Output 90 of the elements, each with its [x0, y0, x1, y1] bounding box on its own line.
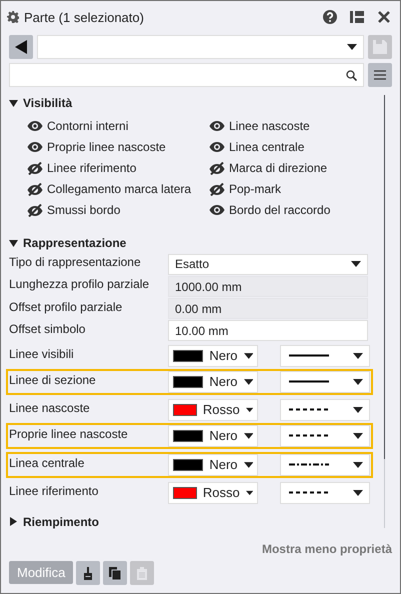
eye-slash-icon[interactable] — [27, 162, 43, 175]
visibility-label: Smussi bordo — [47, 203, 120, 218]
collapse-icon — [9, 98, 18, 108]
visibility-label: Collegamento marca latera — [47, 182, 192, 196]
property-label: Linea centrale — [9, 454, 86, 470]
caret-icon — [246, 490, 253, 496]
layout-icon[interactable] — [349, 9, 365, 25]
line-style-dropdown[interactable] — [280, 398, 370, 421]
visibility-label: Marca di direzione — [229, 161, 328, 176]
color-dropdown[interactable]: Nero — [168, 454, 258, 476]
color-dropdown[interactable]: Nero — [168, 424, 258, 447]
line-style-icon — [289, 408, 329, 412]
caret-icon — [353, 352, 363, 359]
property-label: Offset simbolo — [9, 320, 86, 336]
copy-button[interactable] — [103, 561, 128, 585]
show-less-link[interactable]: Mostra meno proprietà — [262, 542, 392, 556]
visibility-label: Proprie linee nascoste — [47, 140, 166, 154]
scrollbar[interactable] — [384, 95, 385, 528]
window-title: Parte (1 selezionato) — [24, 10, 145, 24]
property-label: Tipo di rappresentazione — [9, 254, 142, 270]
visibility-label: Pop-mark — [229, 182, 282, 196]
line-style-icon — [289, 380, 329, 384]
property-field: 0.00 mm — [168, 298, 368, 320]
help-icon[interactable] — [322, 9, 338, 25]
caret-icon — [244, 352, 253, 359]
eye-slash-icon[interactable] — [209, 182, 225, 196]
gear-icon — [7, 11, 19, 23]
caret-icon — [353, 490, 363, 496]
line-style-dropdown[interactable] — [280, 344, 370, 367]
property-label: Linee riferimento — [9, 482, 100, 498]
visibility-label: Linea centrale — [229, 140, 304, 154]
line-style-dropdown[interactable] — [280, 370, 370, 393]
caret-icon — [353, 406, 363, 413]
menu-icon — [374, 70, 386, 80]
eye-slash-icon[interactable] — [27, 182, 43, 196]
line-style-icon — [289, 463, 329, 466]
property-dropdown[interactable]: Esatto — [168, 254, 368, 275]
caret-icon — [244, 378, 253, 385]
line-style-icon — [289, 434, 329, 438]
property-label: Offset profilo parziale — [9, 298, 124, 314]
eye-icon[interactable] — [209, 204, 225, 216]
property-label: Linee nascoste — [9, 400, 91, 415]
menu-button[interactable] — [368, 63, 392, 87]
eye-icon[interactable] — [27, 141, 43, 154]
caret-icon — [244, 432, 253, 439]
eye-icon[interactable] — [27, 120, 43, 132]
caret-icon — [353, 432, 363, 439]
property-label: Lunghezza profilo parziale — [9, 276, 150, 292]
color-dropdown[interactable]: Nero — [168, 344, 258, 367]
property-label: Linee di sezione — [9, 372, 97, 387]
property-field: 1000.00 mm — [168, 276, 368, 297]
brush-button[interactable] — [76, 561, 100, 585]
property-label: Proprie linee nascoste — [9, 426, 129, 441]
clipboard-icon — [137, 566, 148, 580]
section-header[interactable]: Riempimento — [9, 512, 370, 532]
search-field[interactable] — [9, 63, 364, 87]
property-label: Linee visibili — [9, 346, 75, 361]
caret-icon — [353, 462, 363, 468]
visibility-label: Linee nascoste — [229, 119, 310, 134]
line-style-dropdown[interactable] — [280, 482, 370, 504]
caret-icon — [244, 462, 253, 468]
collapse-icon — [9, 238, 18, 248]
search-icon — [346, 70, 357, 80]
color-dropdown[interactable]: Rosso — [168, 398, 258, 421]
back-button[interactable] — [9, 35, 33, 59]
caret-icon — [246, 406, 253, 413]
eye-icon[interactable] — [209, 141, 225, 154]
eye-icon[interactable] — [209, 120, 225, 132]
eye-slash-icon[interactable] — [209, 162, 225, 175]
caret-icon — [347, 44, 357, 50]
visibility-label: Contorni interni — [47, 119, 128, 134]
back-arrow-icon — [15, 40, 27, 54]
caret-icon — [351, 261, 361, 268]
caret-icon — [353, 378, 363, 385]
expand-icon — [9, 517, 18, 526]
line-style-dropdown[interactable] — [280, 424, 370, 447]
color-dropdown[interactable]: Rosso — [168, 482, 258, 504]
line-style-icon — [289, 354, 329, 358]
visibility-label: Linee riferimento — [47, 161, 136, 176]
line-style-dropdown[interactable] — [280, 454, 370, 476]
copy-icon — [109, 566, 122, 580]
eye-slash-icon[interactable] — [27, 204, 43, 217]
visibility-label: Bordo del raccordo — [229, 203, 330, 218]
section-header[interactable]: Visibilità — [9, 93, 370, 114]
close-icon[interactable] — [376, 9, 392, 25]
property-field[interactable]: 10.00 mm — [168, 320, 368, 342]
line-style-icon — [289, 491, 329, 494]
color-dropdown[interactable]: Nero — [168, 370, 258, 393]
section-header[interactable]: Rappresentazione — [9, 233, 370, 254]
brush-icon — [84, 566, 92, 580]
